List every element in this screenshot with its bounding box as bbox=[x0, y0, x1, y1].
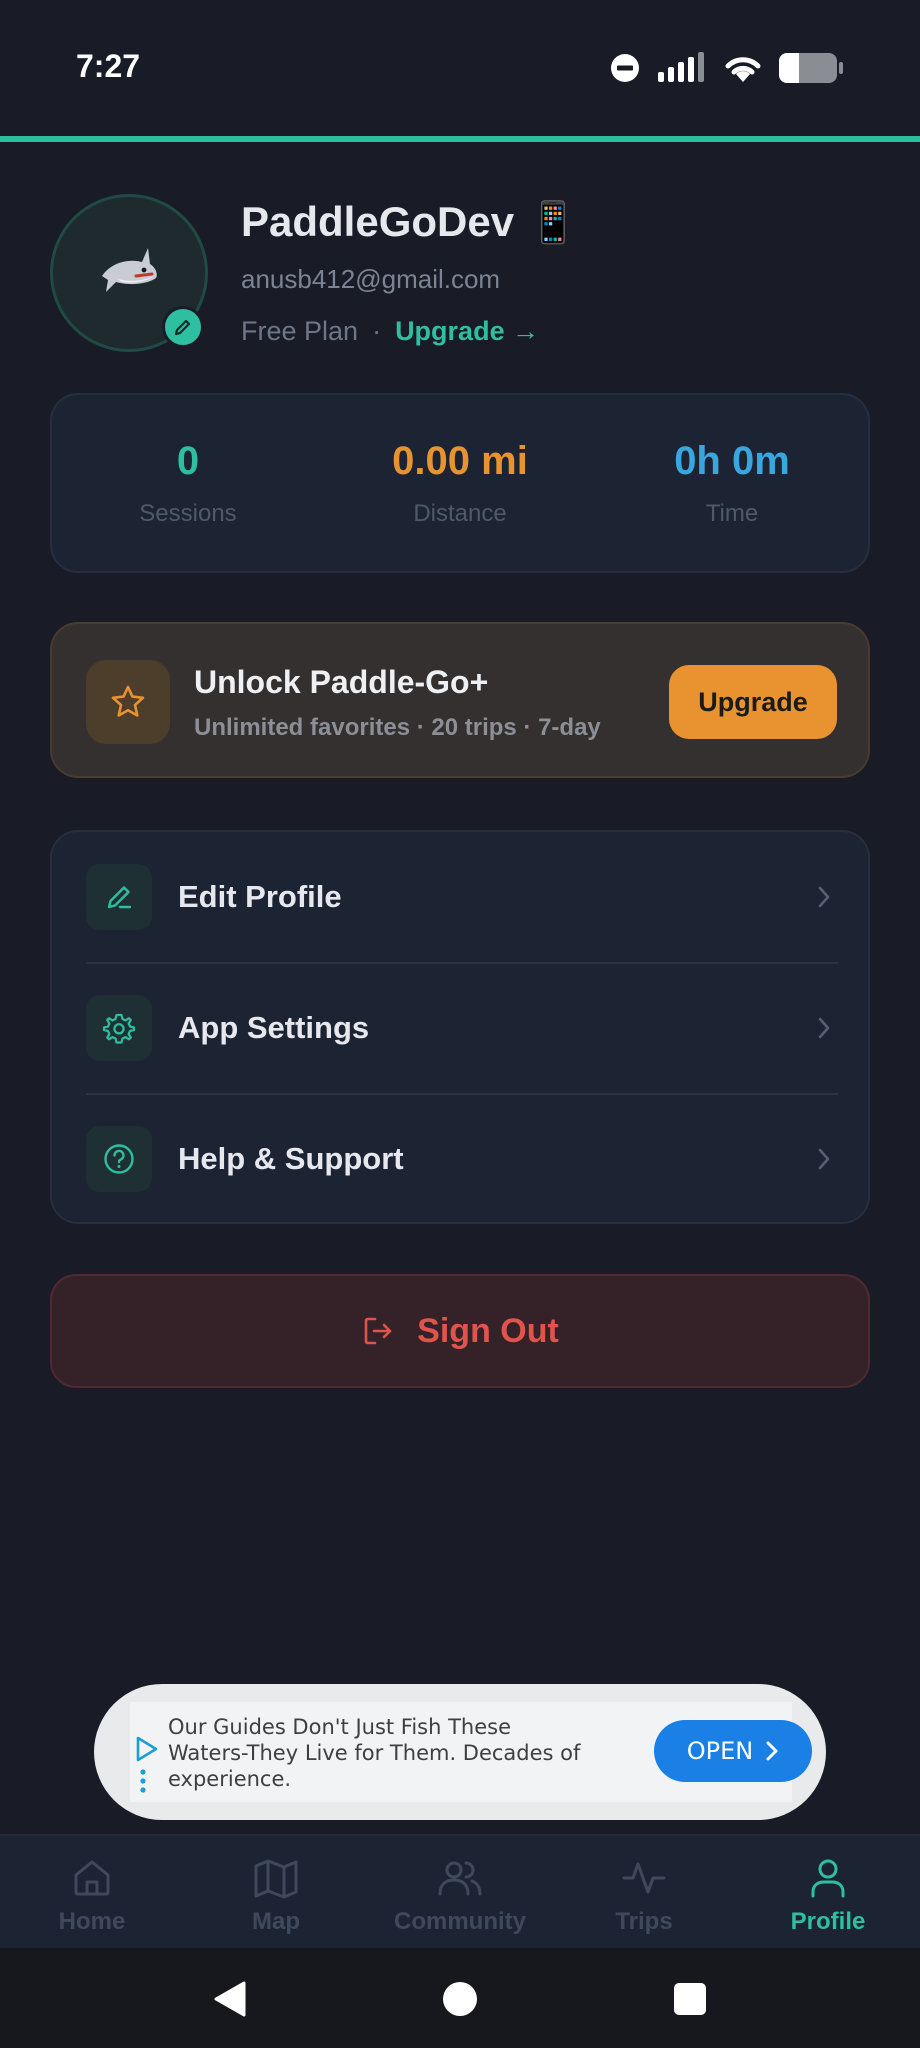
status-bar: 7:27 bbox=[0, 0, 920, 136]
nav-item-home[interactable]: Home bbox=[0, 1836, 184, 1948]
ad-banner[interactable]: Our Guides Don't Just Fish These Waters-… bbox=[94, 1684, 826, 1820]
stat-value: 0.00 mi bbox=[392, 438, 528, 483]
plan-label: Free Plan bbox=[241, 316, 359, 346]
profile-name: PaddleGoDev 📱 bbox=[241, 198, 578, 246]
pencil-icon bbox=[174, 319, 191, 336]
signal-icon bbox=[658, 52, 704, 82]
promo-icon-box bbox=[86, 660, 170, 744]
edit-avatar-button[interactable] bbox=[162, 306, 204, 348]
gear-icon bbox=[102, 1013, 136, 1044]
phone-emoji: 📱 bbox=[528, 200, 578, 245]
home-button-icon[interactable] bbox=[442, 1981, 478, 2017]
menu-label: Help & Support bbox=[178, 1141, 404, 1176]
menu-item-help-support[interactable]: Help & Support bbox=[52, 1094, 868, 1222]
nav-label: Trips bbox=[615, 1908, 673, 1935]
stat-label: Time bbox=[705, 499, 759, 527]
home-icon bbox=[74, 1860, 110, 1896]
upgrade-link[interactable]: Upgrade → bbox=[395, 316, 539, 347]
stat-distance: 0.00 mi Distance bbox=[324, 439, 596, 528]
map-icon bbox=[254, 1859, 298, 1899]
nav-item-profile[interactable]: Profile bbox=[736, 1836, 920, 1948]
nav-label: Home bbox=[58, 1908, 126, 1935]
system-nav-bar bbox=[0, 1948, 920, 2048]
stats-card: 0 Sessions 0.00 mi Distance 0h 0m Time bbox=[50, 393, 870, 573]
battery-icon bbox=[779, 53, 843, 83]
promo-subtitle: Unlimited favorites · 20 trips · 7-day bbox=[194, 714, 601, 741]
menu-label: Edit Profile bbox=[178, 879, 342, 914]
promo-card[interactable]: Unlock Paddle-Go+ Unlimited favorites · … bbox=[50, 622, 870, 778]
header-accent-line bbox=[0, 136, 920, 142]
menu-item-edit-profile[interactable]: Edit Profile bbox=[52, 832, 868, 962]
chevron-right-icon bbox=[766, 1741, 778, 1761]
plan-row: Free Plan · Upgrade → bbox=[241, 316, 539, 347]
menu-icon-box bbox=[86, 995, 152, 1061]
promo-title: Unlock Paddle-Go+ bbox=[194, 664, 489, 700]
menu-label: App Settings bbox=[178, 1010, 370, 1045]
ad-open-label: OPEN bbox=[686, 1737, 754, 1765]
users-icon bbox=[438, 1861, 482, 1896]
shark-icon bbox=[102, 248, 157, 292]
menu-card: Edit Profile App Settings Help & Support bbox=[50, 830, 870, 1224]
star-icon bbox=[111, 685, 145, 717]
stat-value: 0 bbox=[176, 438, 200, 483]
ad-content: Our Guides Don't Just Fish These Waters-… bbox=[130, 1702, 812, 1802]
profile-email: anusb412@gmail.com bbox=[241, 264, 501, 294]
menu-icon-box bbox=[86, 1126, 152, 1192]
menu-icon-box bbox=[86, 864, 152, 930]
stat-label: Distance bbox=[413, 499, 507, 527]
user-icon bbox=[811, 1859, 845, 1898]
ad-text: Our Guides Don't Just Fish These Waters-… bbox=[168, 1715, 581, 1791]
ad-choices-icon[interactable] bbox=[134, 1736, 160, 1798]
wifi-icon bbox=[725, 57, 761, 82]
status-icons bbox=[610, 50, 844, 86]
sign-out-button[interactable]: Sign Out bbox=[50, 1274, 870, 1388]
pencil-icon bbox=[107, 886, 132, 909]
stat-value: 0h 0m bbox=[674, 438, 790, 483]
nav-item-map[interactable]: Map bbox=[184, 1836, 368, 1948]
chevron-right-icon bbox=[818, 886, 830, 908]
sign-out-label: Sign Out bbox=[417, 1311, 559, 1350]
stat-sessions: 0 Sessions bbox=[52, 439, 324, 528]
chevron-right-icon bbox=[818, 1148, 830, 1170]
upgrade-button[interactable]: Upgrade bbox=[669, 665, 837, 739]
do-not-disturb-icon bbox=[611, 54, 639, 82]
nav-label: Map bbox=[252, 1908, 300, 1935]
plan-separator: · bbox=[372, 316, 382, 346]
nav-label: Profile bbox=[790, 1908, 866, 1935]
ad-open-button[interactable]: OPEN bbox=[654, 1720, 812, 1782]
stat-time: 0h 0m Time bbox=[596, 439, 868, 528]
nav-label: Community bbox=[394, 1908, 526, 1935]
logout-icon bbox=[364, 1317, 392, 1345]
profile-name-text: PaddleGoDev bbox=[241, 198, 515, 245]
recents-icon[interactable] bbox=[673, 1982, 707, 2016]
status-time: 7:27 bbox=[76, 48, 141, 84]
back-icon[interactable] bbox=[212, 1980, 248, 2018]
help-circle-icon bbox=[104, 1144, 134, 1174]
chevron-right-icon bbox=[818, 1017, 830, 1039]
nav-item-trips[interactable]: Trips bbox=[552, 1836, 736, 1948]
nav-item-community[interactable]: Community bbox=[368, 1836, 552, 1948]
stat-label: Sessions bbox=[139, 499, 237, 527]
menu-item-app-settings[interactable]: App Settings bbox=[52, 963, 868, 1093]
bottom-nav: Home Map Community Trips Profile bbox=[0, 1834, 920, 1948]
activity-icon bbox=[622, 1862, 666, 1894]
